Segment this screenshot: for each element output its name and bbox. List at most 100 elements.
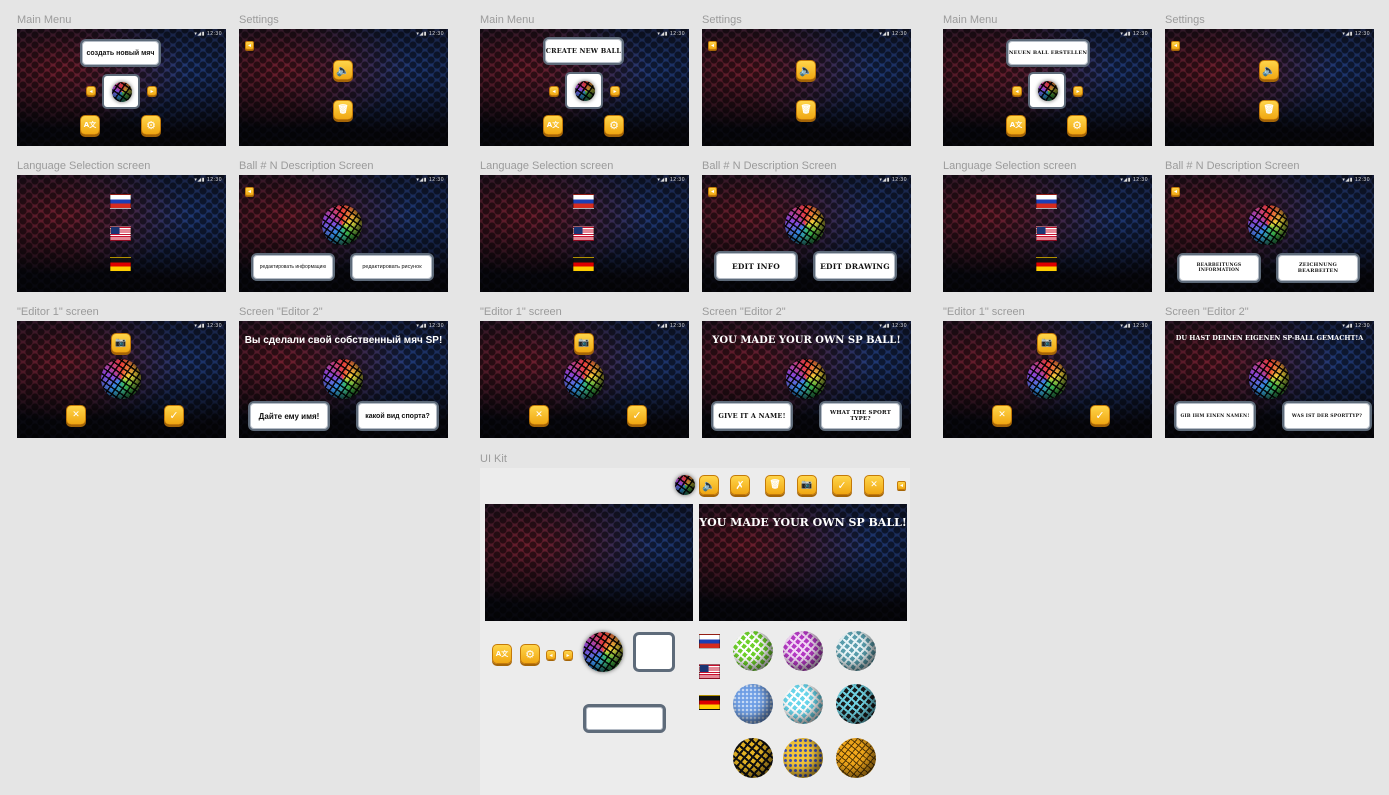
language-icon[interactable]: A文 [1006, 115, 1026, 135]
ball-orange-icon[interactable] [836, 738, 876, 778]
create-ball-button[interactable]: NEUEN BALL ERSTELLEN [1006, 39, 1090, 67]
flag-russia-icon[interactable] [699, 634, 720, 649]
sound-icon[interactable]: 🔈 [796, 60, 816, 80]
close-icon[interactable]: ✕ [66, 405, 86, 425]
edit-drawing-button[interactable]: ZEICHNUNG BEARBEITEN [1276, 253, 1360, 283]
gear-icon[interactable]: ⚙ [1067, 115, 1087, 135]
ball-blue-icon[interactable] [733, 684, 773, 724]
edit-info-button[interactable]: редактировать информацию [251, 253, 335, 281]
back-icon[interactable]: ◂ [1171, 41, 1180, 50]
ball-yellow-black-icon[interactable] [733, 738, 773, 778]
frame-label-editor1-de: "Editor 1" screen [943, 306, 1025, 318]
frame-label-main-menu-de: Main Menu [943, 14, 998, 26]
check-icon[interactable]: ✓ [627, 405, 647, 425]
frame-label-settings-de: Settings [1165, 14, 1205, 26]
edit-drawing-button[interactable]: редактировать рисунок [350, 253, 434, 281]
edit-info-button[interactable]: EDIT INFO [714, 251, 798, 281]
close-icon[interactable]: ✕ [529, 405, 549, 425]
status-bar: ▾◢▮ 12:30 [879, 323, 907, 329]
give-name-button[interactable]: GIB IHM EINEN NAMEN! [1174, 401, 1256, 431]
mute-icon[interactable]: ✗ [730, 475, 750, 495]
frame-label-ball-desc-en: Ball # N Description Screen [702, 160, 837, 172]
gear-icon[interactable]: ⚙ [141, 115, 161, 135]
flag-usa-icon[interactable] [699, 664, 720, 679]
camera-icon[interactable]: 📷 [574, 333, 594, 353]
edit-drawing-button[interactable]: EDIT DRAWING [813, 251, 897, 281]
next-arrow-icon[interactable]: ▸ [147, 86, 157, 96]
prev-arrow-icon[interactable]: ◂ [1012, 86, 1022, 96]
sport-type-button[interactable]: какой вид спорта? [356, 401, 439, 431]
create-ball-button[interactable]: CREATE NEW BALL [543, 37, 624, 65]
close-icon[interactable]: ✕ [992, 405, 1012, 425]
language-icon[interactable]: A文 [492, 644, 512, 664]
trash-icon[interactable]: 🗑 [1259, 100, 1279, 120]
flag-germany-icon[interactable] [110, 257, 131, 272]
ball-teal-icon[interactable] [836, 631, 876, 671]
next-arrow-icon[interactable]: ▸ [610, 86, 620, 96]
ball-desc-screen-en: ▾◢▮ 12:30 ◂ EDIT INFO EDIT DRAWING [702, 175, 911, 292]
prev-arrow-icon[interactable]: ◂ [546, 650, 556, 660]
flag-germany-icon[interactable] [699, 695, 720, 710]
check-icon[interactable]: ✓ [832, 475, 852, 495]
language-icon[interactable]: A文 [80, 115, 100, 135]
editor1-screen-ru: ▾◢▮ 12:30 📷 ✕ ✓ [17, 321, 226, 438]
back-icon[interactable]: ◂ [245, 41, 254, 50]
trash-icon[interactable]: 🗑 [796, 100, 816, 120]
frame-label-language-en: Language Selection screen [480, 160, 614, 172]
camera-icon[interactable]: 📷 [797, 475, 817, 495]
trash-icon[interactable]: 🗑 [765, 475, 785, 495]
ball-icon [322, 205, 362, 245]
sport-type-button[interactable]: WHAT THE SPORT TYPE? [819, 401, 902, 431]
gear-icon[interactable]: ⚙ [520, 644, 540, 664]
check-icon[interactable]: ✓ [164, 405, 184, 425]
status-bar: ▾◢▮ 12:30 [1342, 323, 1370, 329]
flag-russia-icon[interactable] [573, 194, 594, 209]
status-bar: ▾◢▮ 12:30 [1342, 177, 1370, 183]
flag-usa-icon[interactable] [110, 226, 131, 241]
ball-dark-icon[interactable] [836, 684, 876, 724]
flag-germany-icon[interactable] [573, 257, 594, 272]
prev-arrow-icon[interactable]: ◂ [549, 86, 559, 96]
camera-icon[interactable]: 📷 [111, 333, 131, 353]
close-icon[interactable]: ✕ [864, 475, 884, 495]
check-icon[interactable]: ✓ [1090, 405, 1110, 425]
prev-arrow-icon[interactable]: ◂ [86, 86, 96, 96]
gear-icon[interactable]: ⚙ [604, 115, 624, 135]
flag-russia-icon[interactable] [1036, 194, 1057, 209]
settings-screen-en: ▾◢▮ 12:30 ◂ 🔈 🗑 [702, 29, 911, 146]
trash-icon[interactable]: 🗑 [333, 100, 353, 120]
status-bar: ▾◢▮ 12:30 [879, 31, 907, 37]
ball-purple-icon[interactable] [783, 631, 823, 671]
ball-green-icon[interactable] [733, 631, 773, 671]
sound-icon[interactable]: 🔈 [699, 475, 719, 495]
next-arrow-icon[interactable]: ▸ [563, 650, 573, 660]
flag-usa-icon[interactable] [573, 226, 594, 241]
flag-russia-icon[interactable] [110, 194, 131, 209]
back-icon[interactable]: ◂ [708, 41, 717, 50]
ball-icon [1027, 359, 1067, 399]
camera-icon[interactable]: 📷 [1037, 333, 1057, 353]
frame-label-ball-desc-ru: Ball # N Description Screen [239, 160, 374, 172]
create-ball-button[interactable]: создать новый мяч [80, 39, 161, 67]
background-with-title: YOU MADE YOUR OWN SP BALL! [699, 504, 907, 621]
flag-usa-icon[interactable] [1036, 226, 1057, 241]
language-icon[interactable]: A文 [543, 115, 563, 135]
ball-yellow-dots-icon[interactable] [783, 738, 823, 778]
ball-icon [1248, 205, 1288, 245]
sport-type-button[interactable]: WAS IST DER SPORTTYP? [1282, 401, 1372, 431]
ball-cyan-icon[interactable] [783, 684, 823, 724]
ball-frame [102, 74, 140, 109]
sound-icon[interactable]: 🔈 [1259, 60, 1279, 80]
back-icon[interactable]: ◂ [245, 187, 254, 196]
give-name-button[interactable]: GIVE IT A NAME! [711, 401, 793, 431]
next-arrow-icon[interactable]: ▸ [1073, 86, 1083, 96]
flag-germany-icon[interactable] [1036, 257, 1057, 272]
back-icon[interactable]: ◂ [1171, 187, 1180, 196]
ball-icon [323, 359, 363, 399]
edit-info-button[interactable]: BEARBEITUNGS INFORMATION [1177, 253, 1261, 283]
sound-icon[interactable]: 🔈 [333, 60, 353, 80]
back-icon[interactable]: ◂ [708, 187, 717, 196]
back-icon[interactable]: ◂ [897, 481, 906, 490]
give-name-button[interactable]: Дайте ему имя! [248, 401, 330, 431]
editor2-screen-en: ▾◢▮ 12:30 YOU MADE YOUR OWN SP BALL! GIVE… [702, 321, 911, 438]
